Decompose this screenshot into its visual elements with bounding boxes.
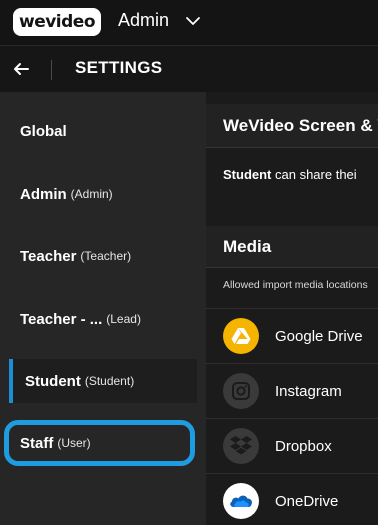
google-drive-icon bbox=[223, 318, 259, 354]
screen-section-header: WeVideo Screen & V bbox=[206, 104, 378, 148]
top-bar: wevideo Admin bbox=[0, 0, 378, 45]
sidebar: Global Admin (Admin) Teacher (Teacher) T… bbox=[0, 92, 206, 525]
media-source-onedrive[interactable]: OneDrive bbox=[206, 473, 378, 525]
media-source-label: Instagram bbox=[275, 382, 342, 400]
dropbox-icon bbox=[223, 428, 259, 464]
media-source-google-drive[interactable]: Google Drive bbox=[206, 308, 378, 363]
logo-text: wevideo bbox=[18, 12, 96, 32]
media-source-dropbox[interactable]: Dropbox bbox=[206, 418, 378, 473]
sidebar-item-teacher-lead[interactable]: Teacher - ... (Lead) bbox=[0, 297, 206, 341]
sidebar-item-role: (Teacher) bbox=[80, 249, 132, 263]
share-role: Student bbox=[223, 167, 272, 182]
sidebar-item-student[interactable]: Student (Student) bbox=[9, 359, 197, 403]
sidebar-item-label: Global bbox=[20, 122, 67, 140]
divider bbox=[51, 60, 52, 80]
media-source-label: Google Drive bbox=[275, 327, 363, 345]
section-title: WeVideo Screen & V bbox=[223, 116, 378, 135]
sidebar-item-role: (Admin) bbox=[70, 187, 113, 201]
onedrive-icon bbox=[223, 483, 259, 519]
wevideo-logo[interactable]: wevideo bbox=[13, 8, 101, 36]
sidebar-item-role: (Lead) bbox=[106, 312, 141, 326]
sidebar-item-admin[interactable]: Admin (Admin) bbox=[0, 172, 206, 216]
logo-pill: wevideo bbox=[13, 8, 101, 36]
share-description: can share thei bbox=[271, 167, 357, 182]
share-setting-text: Student can share thei bbox=[223, 167, 357, 182]
section-title: Media bbox=[223, 237, 272, 256]
chevron-down-icon[interactable] bbox=[184, 12, 202, 30]
sidebar-item-global[interactable]: Global bbox=[0, 109, 206, 153]
sidebar-item-label: Teacher bbox=[20, 247, 77, 265]
sidebar-item-role: (Student) bbox=[84, 374, 135, 388]
back-arrow-icon[interactable] bbox=[11, 59, 31, 79]
media-source-label: Dropbox bbox=[275, 437, 332, 455]
instagram-icon bbox=[223, 373, 259, 409]
settings-bar: SETTINGS bbox=[0, 45, 378, 92]
main-content: WeVideo Screen & V Student can share the… bbox=[206, 92, 378, 525]
sidebar-item-staff[interactable]: Staff (User) bbox=[4, 420, 195, 466]
media-description: Allowed import media locations bbox=[223, 279, 368, 291]
sidebar-item-label: Admin bbox=[20, 185, 67, 203]
org-name[interactable]: Admin bbox=[118, 10, 169, 31]
sidebar-item-teacher[interactable]: Teacher (Teacher) bbox=[0, 234, 206, 278]
media-source-instagram[interactable]: Instagram bbox=[206, 363, 378, 418]
media-section-header: Media bbox=[206, 226, 378, 268]
media-source-label: OneDrive bbox=[275, 492, 339, 510]
sidebar-item-label: Teacher - ... bbox=[20, 310, 103, 328]
sidebar-item-label: Student bbox=[25, 372, 81, 390]
sidebar-item-role: (User) bbox=[57, 436, 91, 450]
page-title: SETTINGS bbox=[75, 58, 163, 77]
sidebar-item-label: Staff bbox=[20, 434, 54, 452]
